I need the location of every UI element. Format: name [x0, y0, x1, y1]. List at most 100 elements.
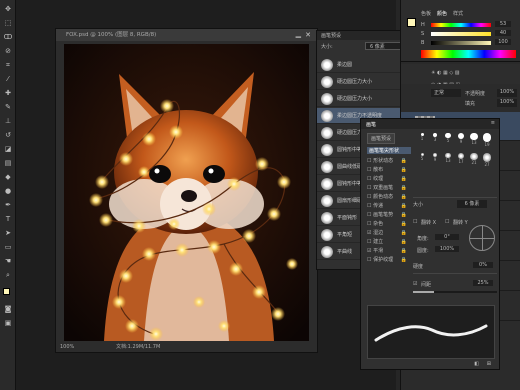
zoom-level[interactable]: 100%	[60, 342, 74, 352]
presets-size-input[interactable]: 6 像素	[365, 42, 405, 50]
close-icon[interactable]: ✕	[305, 29, 311, 41]
brush-preset-button[interactable]: 画笔预设	[367, 133, 396, 144]
brush-tip[interactable]: 5	[443, 133, 453, 147]
adjust-icons[interactable]: ☀ ◐ ▦ ◇ ▨	[431, 70, 460, 76]
brush-tip[interactable]: 13	[443, 153, 453, 167]
tab-color[interactable]: 颜色	[437, 10, 447, 17]
brush-tool-icon[interactable]: ✎	[3, 102, 13, 112]
b-input[interactable]: 100	[495, 39, 511, 45]
lock-icon[interactable]: 🔒	[401, 256, 407, 265]
lock-icon[interactable]: 🔒	[401, 166, 407, 175]
crop-tool-icon[interactable]: ⌗	[3, 60, 13, 70]
lock-icon[interactable]: 🔒	[401, 211, 407, 220]
shape-tool-icon[interactable]: ▭	[3, 242, 13, 252]
quick-select-tool-icon[interactable]: ⊘	[3, 46, 13, 56]
brush-option-item[interactable]: ☑ 平滑 🔒	[367, 247, 407, 256]
document-title[interactable]: FOX.psd @ 100% (图层 8, RGB/8)	[56, 29, 317, 41]
brush-option-item[interactable]: ☐ 颜色动态 🔒	[367, 193, 407, 202]
blur-tool-icon[interactable]: ◆	[3, 172, 13, 182]
brush-tip[interactable]: 19	[482, 133, 492, 147]
marquee-tool-icon[interactable]: ⬚	[3, 18, 13, 28]
brush-tip[interactable]: 5	[417, 153, 427, 167]
lock-icon[interactable]: 🔒	[401, 157, 407, 166]
eraser-tool-icon[interactable]: ◪	[3, 144, 13, 154]
blend-mode-select[interactable]: 正常	[431, 89, 461, 97]
brush-option-item[interactable]: ☐ 画笔笔势 🔒	[367, 211, 407, 220]
angle-roundness-dial[interactable]	[469, 225, 495, 251]
brush-option-item[interactable]: ☐ 保护纹理 🔒	[367, 256, 407, 265]
foreground-color-swatch[interactable]	[3, 288, 10, 295]
create-brush-icon[interactable]: ◧	[474, 361, 479, 367]
tab-swatches[interactable]: 色板	[421, 10, 431, 17]
dodge-tool-icon[interactable]: ●	[3, 186, 13, 196]
color-ramp[interactable]	[421, 50, 516, 58]
path-select-tool-icon[interactable]: ➤	[3, 228, 13, 238]
brush-option-item[interactable]: ☐ 散布 🔒	[367, 166, 407, 175]
fg-color-chip[interactable]	[407, 18, 416, 27]
brush-tip[interactable]: 9	[430, 153, 440, 167]
lock-icon[interactable]: 🔒	[401, 220, 407, 229]
pen-tool-icon[interactable]: ✒	[3, 200, 13, 210]
brush-option-item[interactable]: ☐ 双重画笔 🔒	[367, 184, 407, 193]
s-input[interactable]: 40	[495, 30, 511, 36]
spacing-input[interactable]: 25%	[473, 280, 493, 286]
brush-tip-size: 13	[445, 158, 451, 164]
lock-icon[interactable]: 🔒	[401, 184, 407, 193]
lasso-tool-icon[interactable]: ↀ	[3, 32, 13, 42]
flip-y-checkbox[interactable]: ☐	[445, 219, 449, 225]
lock-icon[interactable]: 🔒	[401, 193, 407, 202]
panel-menu-icon[interactable]: ≡	[491, 120, 495, 126]
hue-slider[interactable]	[431, 23, 491, 27]
roundness-input[interactable]: 100%	[435, 246, 459, 252]
h-input[interactable]: 53	[495, 21, 511, 27]
new-preset-icon[interactable]: ⊞	[487, 361, 491, 367]
minimize-icon[interactable]: ▁	[296, 29, 301, 41]
brush-tip[interactable]: 17	[456, 153, 466, 167]
tab-styles[interactable]: 样式	[453, 10, 463, 17]
hand-tool-icon[interactable]: ☚	[3, 256, 13, 266]
lock-icon[interactable]: 🔒	[401, 202, 407, 211]
brush-option-item[interactable]: ☐ 纹理 🔒	[367, 175, 407, 184]
flip-x-checkbox[interactable]: ☐	[413, 219, 417, 225]
brush-tip[interactable]: 9	[456, 133, 466, 147]
saturation-slider[interactable]	[431, 32, 491, 36]
brush-option-item[interactable]: ☐ 杂色 🔒	[367, 220, 407, 229]
fill-input[interactable]: 100%	[497, 99, 517, 107]
history-brush-tool-icon[interactable]: ↺	[3, 130, 13, 140]
brush-option-item[interactable]: ☐ 形状动态 🔒	[367, 157, 407, 166]
brush-tip[interactable]: 3	[430, 133, 440, 147]
presets-panel-title[interactable]: 画笔预设	[321, 32, 341, 39]
spacing-slider[interactable]	[413, 291, 497, 293]
hardness-input[interactable]: 0%	[473, 262, 493, 268]
type-tool-icon[interactable]: T	[3, 214, 13, 224]
opacity-input[interactable]: 100%	[497, 89, 517, 97]
zoom-tool-icon[interactable]: ⌕	[3, 270, 13, 280]
preset-label: 柔边圆	[337, 62, 353, 68]
size-input[interactable]: 6 像素	[457, 200, 487, 208]
brush-option-item[interactable]: ☑ 湿边 🔒	[367, 229, 407, 238]
brush-tip[interactable]: 27	[482, 153, 492, 167]
eyedropper-tool-icon[interactable]: ⁄	[3, 74, 13, 84]
lock-icon[interactable]: 🔒	[401, 247, 407, 256]
brush-tip-shape-item[interactable]: 画笔笔尖形状	[367, 147, 411, 154]
brush-tip[interactable]: 1	[417, 133, 427, 147]
brush-option-item[interactable]: ☐ 传递 🔒	[367, 202, 407, 211]
lock-icon[interactable]: 🔒	[401, 238, 407, 247]
canvas[interactable]	[64, 44, 309, 341]
spacing-checkbox[interactable]: ☑	[413, 281, 417, 287]
angle-input[interactable]: 0°	[435, 234, 459, 240]
move-tool-icon[interactable]: ✥	[3, 4, 13, 14]
lock-icon[interactable]: 🔒	[401, 175, 407, 184]
lock-icon[interactable]: 🔒	[401, 229, 407, 238]
brush-tip[interactable]: 13	[469, 133, 479, 147]
clone-stamp-tool-icon[interactable]: ⊥	[3, 116, 13, 126]
brush-option-item[interactable]: ☐ 建立 🔒	[367, 238, 407, 247]
opacity-label: 不透明度	[465, 91, 486, 97]
quick-mask-icon[interactable]: ◙	[3, 304, 13, 314]
healing-tool-icon[interactable]: ✚	[3, 88, 13, 98]
screen-mode-icon[interactable]: ▣	[3, 318, 13, 328]
gradient-tool-icon[interactable]: ▤	[3, 158, 13, 168]
brush-panel-title[interactable]: 画笔	[366, 121, 376, 128]
brightness-slider[interactable]	[431, 41, 491, 45]
brush-tip[interactable]: 21	[469, 153, 479, 167]
